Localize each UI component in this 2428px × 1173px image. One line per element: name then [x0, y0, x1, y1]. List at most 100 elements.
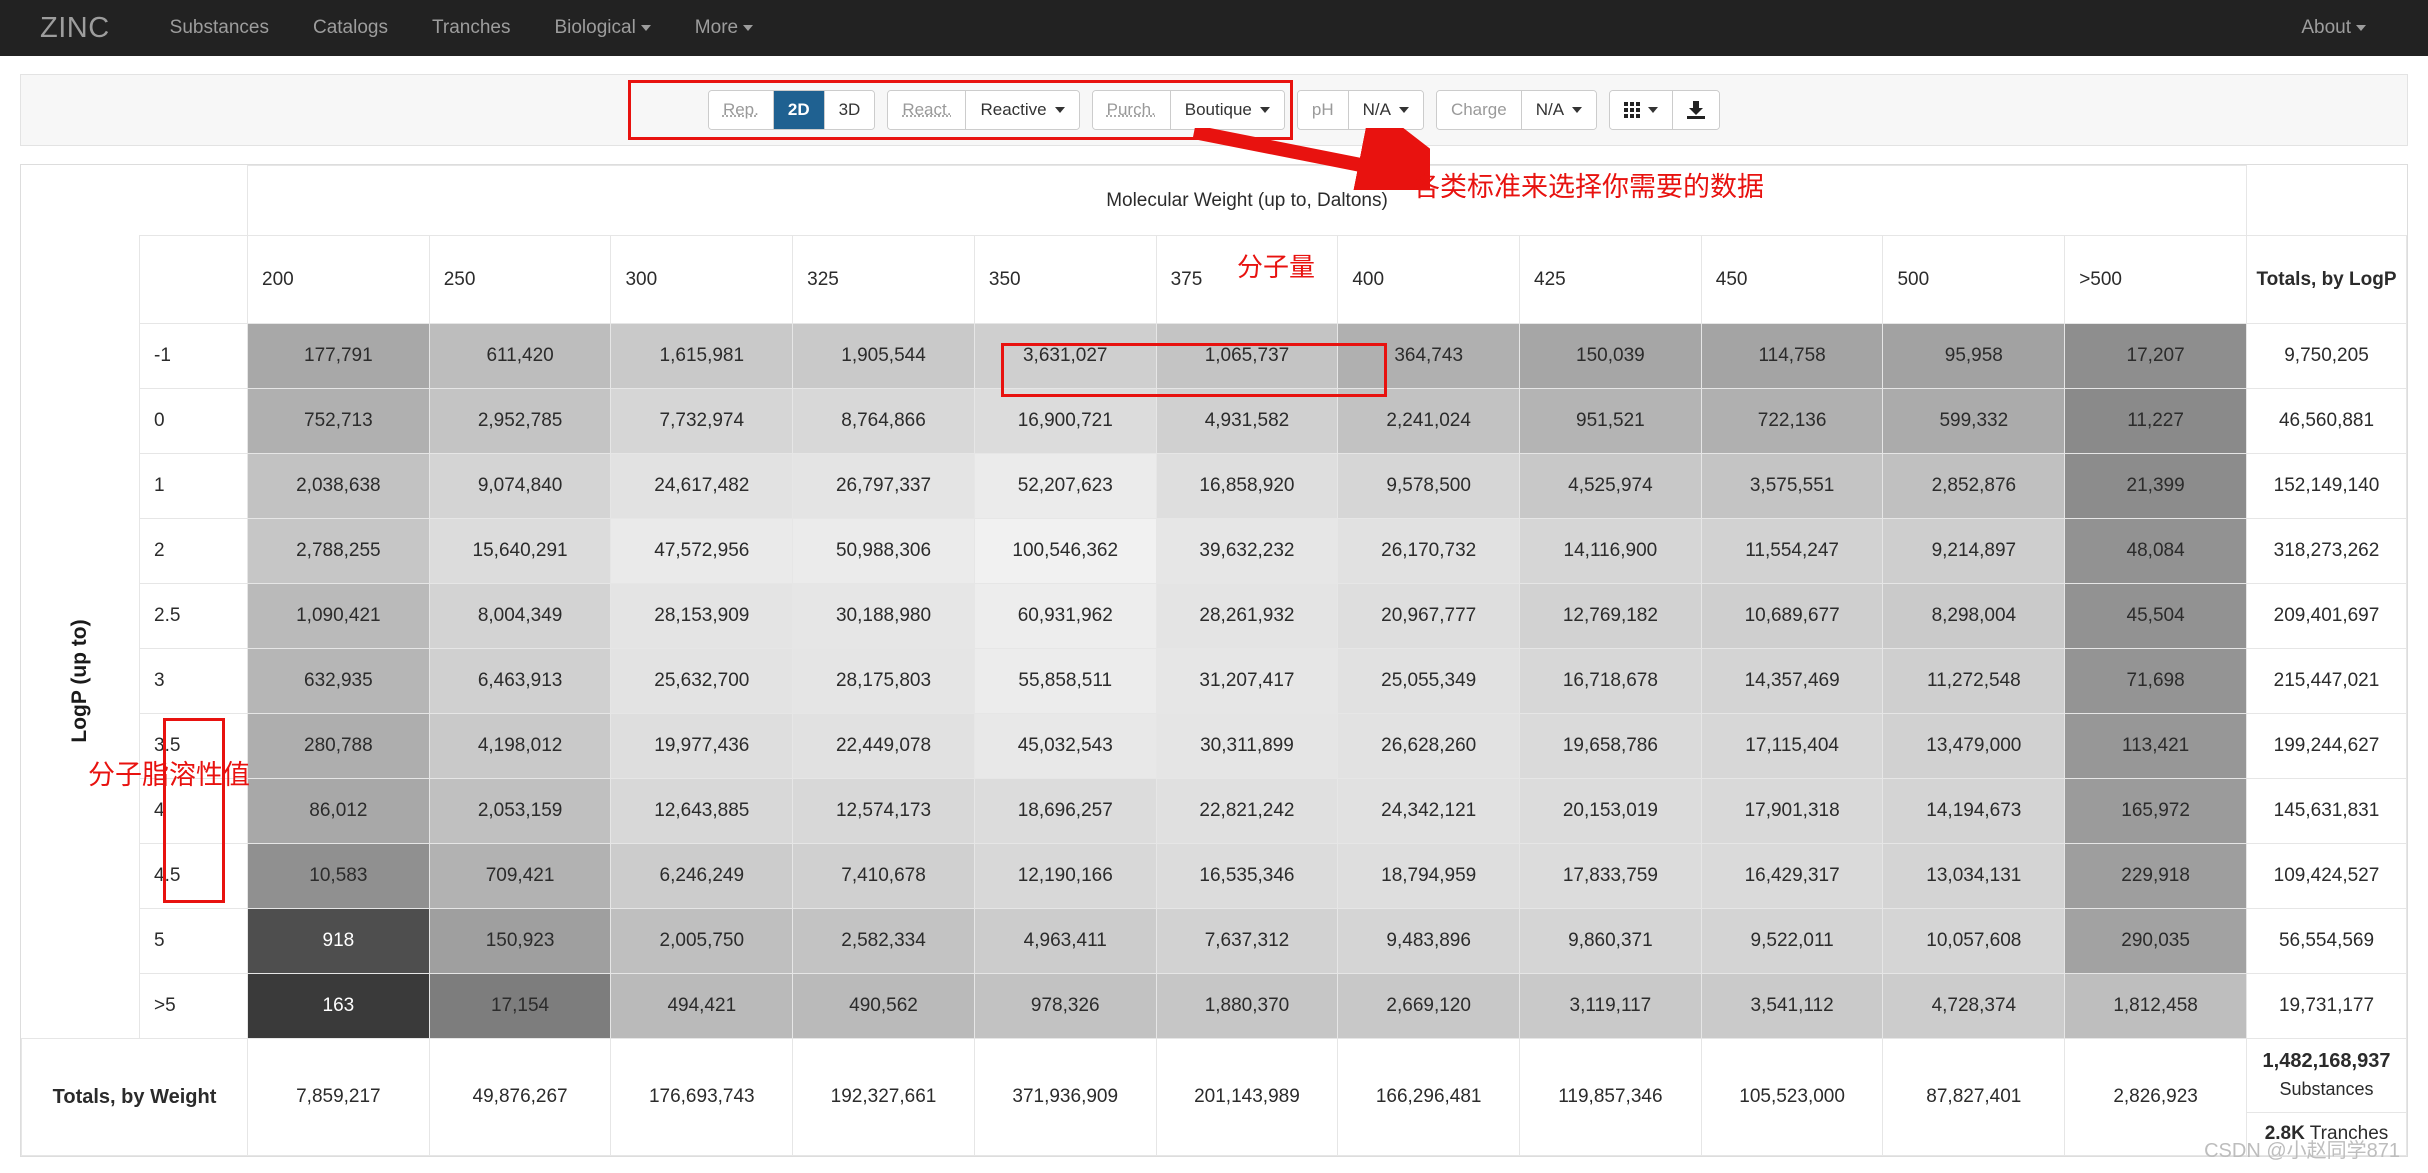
data-cell[interactable]: 25,632,700 [611, 649, 793, 714]
charge-option-n-a[interactable]: N/A [1522, 91, 1596, 129]
data-cell[interactable]: 12,574,173 [793, 779, 975, 844]
data-cell[interactable]: 45,504 [2065, 584, 2247, 649]
data-cell[interactable]: 17,115,404 [1701, 714, 1883, 779]
data-cell[interactable]: 48,084 [2065, 519, 2247, 584]
data-cell[interactable]: 2,053,159 [429, 779, 611, 844]
data-cell[interactable]: 2,241,024 [1338, 389, 1520, 454]
row-header[interactable]: 4.5 [140, 844, 248, 909]
column-header[interactable]: 300 [611, 236, 793, 324]
data-cell[interactable]: 150,923 [429, 909, 611, 974]
data-cell[interactable]: 19,658,786 [1520, 714, 1702, 779]
data-cell[interactable]: 47,572,956 [611, 519, 793, 584]
data-cell[interactable]: 494,421 [611, 974, 793, 1039]
data-cell[interactable]: 3,119,117 [1520, 974, 1702, 1039]
data-cell[interactable]: 22,449,078 [793, 714, 975, 779]
data-cell[interactable]: 11,554,247 [1701, 519, 1883, 584]
data-cell[interactable]: 39,632,232 [1156, 519, 1338, 584]
column-header[interactable]: 500 [1883, 236, 2065, 324]
data-cell[interactable]: 9,860,371 [1520, 909, 1702, 974]
data-cell[interactable]: 611,420 [429, 324, 611, 389]
data-cell[interactable]: 18,696,257 [974, 779, 1156, 844]
ph-option-n-a[interactable]: N/A [1349, 91, 1423, 129]
data-cell[interactable]: 752,713 [248, 389, 430, 454]
data-cell[interactable]: 9,483,896 [1338, 909, 1520, 974]
data-cell[interactable]: 28,153,909 [611, 584, 793, 649]
data-cell[interactable]: 4,963,411 [974, 909, 1156, 974]
data-cell[interactable]: 7,410,678 [793, 844, 975, 909]
data-cell[interactable]: 150,039 [1520, 324, 1702, 389]
column-header[interactable]: 450 [1701, 236, 1883, 324]
row-header[interactable]: >5 [140, 974, 248, 1039]
row-header[interactable]: 3 [140, 649, 248, 714]
data-cell[interactable]: 8,004,349 [429, 584, 611, 649]
data-cell[interactable]: 16,900,721 [974, 389, 1156, 454]
data-cell[interactable]: 1,090,421 [248, 584, 430, 649]
data-cell[interactable]: 14,357,469 [1701, 649, 1883, 714]
data-cell[interactable]: 4,728,374 [1883, 974, 2065, 1039]
column-header[interactable]: >500 [2065, 236, 2247, 324]
nav-item-more[interactable]: More [673, 0, 775, 56]
data-cell[interactable]: 3,631,027 [974, 324, 1156, 389]
data-cell[interactable]: 177,791 [248, 324, 430, 389]
data-cell[interactable]: 26,628,260 [1338, 714, 1520, 779]
data-cell[interactable]: 13,479,000 [1883, 714, 2065, 779]
data-cell[interactable]: 2,005,750 [611, 909, 793, 974]
data-cell[interactable]: 100,546,362 [974, 519, 1156, 584]
data-cell[interactable]: 45,032,543 [974, 714, 1156, 779]
row-header[interactable]: 2.5 [140, 584, 248, 649]
data-cell[interactable]: 290,035 [2065, 909, 2247, 974]
row-header[interactable]: 0 [140, 389, 248, 454]
data-cell[interactable]: 12,190,166 [974, 844, 1156, 909]
data-cell[interactable]: 20,153,019 [1520, 779, 1702, 844]
reactivity-option-reactive[interactable]: Reactive [966, 91, 1078, 129]
data-cell[interactable]: 18,794,959 [1338, 844, 1520, 909]
row-header[interactable]: -1 [140, 324, 248, 389]
data-cell[interactable]: 2,582,334 [793, 909, 975, 974]
data-cell[interactable]: 9,214,897 [1883, 519, 2065, 584]
data-cell[interactable]: 14,194,673 [1883, 779, 2065, 844]
data-cell[interactable]: 12,643,885 [611, 779, 793, 844]
data-cell[interactable]: 165,972 [2065, 779, 2247, 844]
data-cell[interactable]: 1,812,458 [2065, 974, 2247, 1039]
data-cell[interactable]: 3,575,551 [1701, 454, 1883, 519]
column-header[interactable]: 350 [974, 236, 1156, 324]
data-cell[interactable]: 6,246,249 [611, 844, 793, 909]
data-cell[interactable]: 490,562 [793, 974, 975, 1039]
data-cell[interactable]: 2,952,785 [429, 389, 611, 454]
data-cell[interactable]: 60,931,962 [974, 584, 1156, 649]
data-cell[interactable]: 50,988,306 [793, 519, 975, 584]
data-cell[interactable]: 16,535,346 [1156, 844, 1338, 909]
data-cell[interactable]: 229,918 [2065, 844, 2247, 909]
data-cell[interactable]: 15,640,291 [429, 519, 611, 584]
data-cell[interactable]: 3,541,112 [1701, 974, 1883, 1039]
data-cell[interactable]: 26,797,337 [793, 454, 975, 519]
data-cell[interactable]: 4,931,582 [1156, 389, 1338, 454]
download-button[interactable] [1673, 91, 1719, 129]
data-cell[interactable]: 10,583 [248, 844, 430, 909]
data-cell[interactable]: 9,522,011 [1701, 909, 1883, 974]
data-cell[interactable]: 722,136 [1701, 389, 1883, 454]
data-cell[interactable]: 21,399 [2065, 454, 2247, 519]
nav-item-tranches[interactable]: Tranches [410, 0, 533, 56]
data-cell[interactable]: 1,880,370 [1156, 974, 1338, 1039]
data-cell[interactable]: 1,065,737 [1156, 324, 1338, 389]
nav-item-substances[interactable]: Substances [148, 0, 291, 56]
data-cell[interactable]: 4,198,012 [429, 714, 611, 779]
data-cell[interactable]: 14,116,900 [1520, 519, 1702, 584]
column-header[interactable]: 325 [793, 236, 975, 324]
charge-option-charge[interactable]: Charge [1437, 91, 1522, 129]
column-header[interactable]: 400 [1338, 236, 1520, 324]
column-header[interactable]: 200 [248, 236, 430, 324]
row-header[interactable]: 2 [140, 519, 248, 584]
nav-item-biological[interactable]: Biological [532, 0, 672, 56]
row-header[interactable]: 5 [140, 909, 248, 974]
data-cell[interactable]: 22,821,242 [1156, 779, 1338, 844]
data-cell[interactable]: 599,332 [1883, 389, 2065, 454]
data-cell[interactable]: 26,170,732 [1338, 519, 1520, 584]
nav-item-about[interactable]: About [2279, 0, 2388, 56]
data-cell[interactable]: 19,977,436 [611, 714, 793, 779]
data-cell[interactable]: 13,034,131 [1883, 844, 2065, 909]
data-cell[interactable]: 24,342,121 [1338, 779, 1520, 844]
data-cell[interactable]: 24,617,482 [611, 454, 793, 519]
data-cell[interactable]: 9,074,840 [429, 454, 611, 519]
